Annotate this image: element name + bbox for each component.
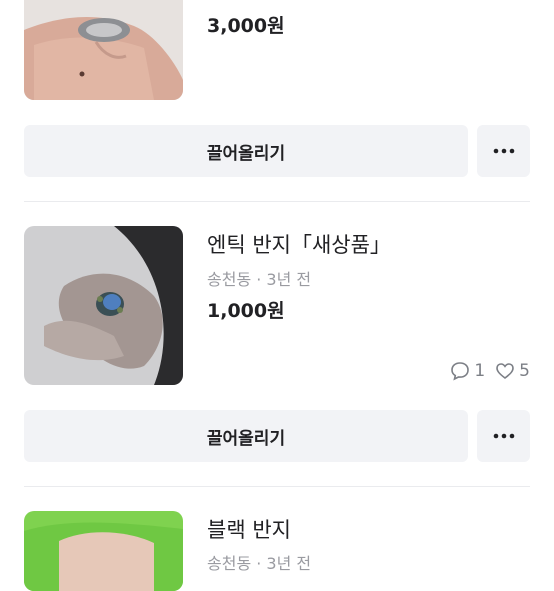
heart-outline-icon [496, 363, 514, 380]
product-meta: 송천동 · 3년 전 [207, 270, 312, 289]
product-price: 1,000원 [207, 300, 285, 322]
bump-up-button[interactable]: 끌어올리기 [24, 125, 468, 177]
product-thumbnail[interactable] [24, 511, 183, 591]
like-count: 5 [519, 361, 530, 381]
product-thumbnail[interactable] [24, 0, 183, 100]
product-stats: 1 5 [450, 361, 530, 381]
product-price: 3,000원 [207, 15, 285, 37]
bump-up-button[interactable]: 끌어올리기 [24, 410, 468, 462]
more-options-button[interactable] [477, 410, 530, 462]
product-thumbnail[interactable] [24, 226, 183, 385]
chat-count: 1 [474, 361, 486, 381]
more-horizontal-icon [493, 433, 514, 439]
item-divider [24, 201, 530, 202]
product-title[interactable]: 엔틱 반지「새상품」 [207, 229, 391, 259]
product-title[interactable]: 블랙 반지 [207, 514, 291, 544]
more-options-button[interactable] [477, 125, 530, 177]
item-divider [24, 486, 530, 487]
chat-bubble-icon [451, 362, 470, 381]
more-horizontal-icon [493, 148, 514, 154]
